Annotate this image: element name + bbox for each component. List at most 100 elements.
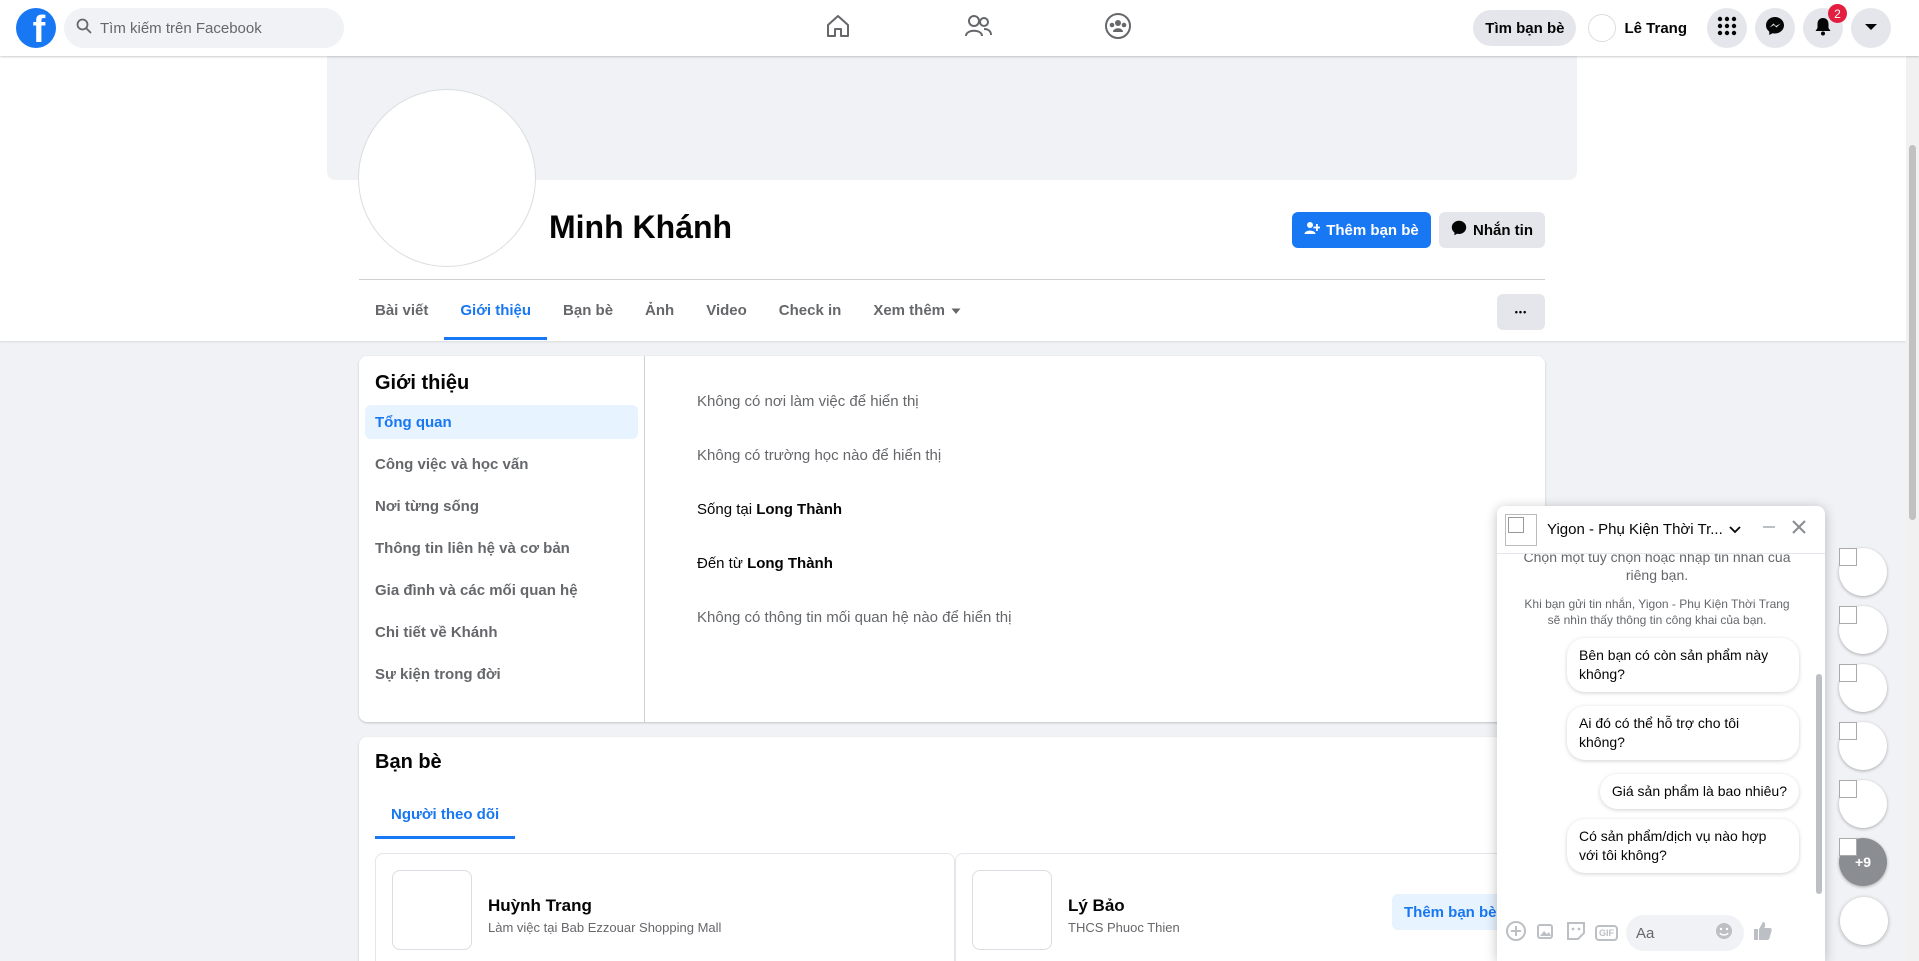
info-relationship: Không có thông tin mối quan hệ nào để hi…: [685, 590, 1011, 644]
nav-home[interactable]: [768, 8, 908, 48]
intro-menu-overview[interactable]: Tổng quan: [365, 405, 638, 439]
lives-in-place[interactable]: Long Thành: [756, 501, 842, 518]
intro-menu-work-education[interactable]: Công việc và học vấn: [365, 447, 638, 481]
lives-in-prefix: Sống tại: [697, 500, 757, 518]
chat-intro-note: Chọn một tùy chọn hoặc nhập tin nhắn của…: [1523, 554, 1791, 583]
chat-scrollbar-thumb[interactable]: [1816, 674, 1822, 894]
info-school: Không có trường học nào để hiển thị: [685, 428, 1011, 482]
chat-privacy-note: Khi bạn gửi tin nhắn, Yigon - Phụ Kiện T…: [1524, 597, 1790, 627]
emoji-icon[interactable]: [1714, 921, 1734, 945]
intro-menu-places-lived[interactable]: Nơi từng sống: [365, 489, 638, 523]
tab-about[interactable]: Giới thiệu: [444, 280, 547, 340]
friends-icon: [964, 13, 992, 44]
minimize-icon[interactable]: [1761, 519, 1777, 540]
messenger-button[interactable]: [1755, 8, 1795, 48]
intro-menu-details[interactable]: Chi tiết về Khánh: [365, 615, 638, 649]
quick-reply[interactable]: Bên bạn có còn sản phẩm này không?: [1567, 638, 1799, 692]
friends-title: Bạn bè: [375, 751, 442, 773]
friend-card[interactable]: Huỳnh Trang Làm việc tại Bab Ezzouar Sho…: [375, 853, 955, 961]
more-options-button[interactable]: •••: [1497, 294, 1545, 330]
top-navigation-bar: f Tìm bạn bè Lê Trang: [0, 0, 1919, 56]
search-input[interactable]: [100, 19, 320, 37]
chat-avatar[interactable]: [1505, 513, 1537, 546]
chat-head[interactable]: [1839, 606, 1887, 654]
message-button[interactable]: Nhắn tin: [1439, 212, 1545, 248]
chat-scrollbar[interactable]: [1815, 554, 1823, 904]
quick-reply[interactable]: Có sản phẩm/dịch vụ nào hợp với tôi khôn…: [1567, 819, 1799, 873]
tab-check-in[interactable]: Check in: [763, 280, 858, 340]
chat-heads-rail: +9: [1839, 548, 1887, 896]
friend-photo[interactable]: [972, 870, 1052, 950]
friend-card[interactable]: Lý Bảo THCS Phuoc Thien Thêm bạn bè: [955, 853, 1535, 961]
tab-more[interactable]: Xem thêm: [857, 280, 977, 340]
profile-chip[interactable]: Lê Trang: [1584, 10, 1699, 46]
info-work: Không có nơi làm việc để hiển thị: [685, 374, 1011, 428]
find-friends-button[interactable]: Tìm bạn bè: [1473, 10, 1577, 46]
intro-overview: Không có nơi làm việc để hiển thị Không …: [685, 374, 1011, 644]
lives-in-text: Sống tại Long Thành: [697, 501, 842, 518]
friend-name[interactable]: Lý Bảo: [1068, 896, 1125, 916]
tab-friends[interactable]: Bạn bè: [547, 280, 629, 340]
from-prefix: Đến từ: [697, 554, 748, 572]
chat-contact-name[interactable]: Yigon - Phụ Kiện Thời Tr...: [1547, 521, 1723, 538]
message-input[interactable]: Aa: [1626, 915, 1744, 951]
friend-name[interactable]: Huỳnh Trang: [488, 896, 592, 916]
new-message-button[interactable]: [1840, 897, 1888, 945]
nav-friends[interactable]: [908, 8, 1048, 48]
like-icon[interactable]: [1752, 920, 1774, 947]
intro-menu-family[interactable]: Gia đình và các mối quan hệ: [365, 573, 638, 607]
quick-reply[interactable]: Giá sản phẩm là bao nhiêu?: [1599, 774, 1799, 809]
relationship-text: Không có thông tin mối quan hệ nào để hi…: [697, 608, 1012, 626]
caret-down-icon: [1864, 19, 1878, 37]
more-chats-button[interactable]: +9: [1839, 838, 1887, 886]
info-from: Đến từ Long Thành: [685, 536, 1011, 590]
chat-header[interactable]: Yigon - Phụ Kiện Thời Tr...: [1497, 506, 1825, 554]
search-icon: [76, 18, 92, 39]
friend-subtitle: THCS Phuoc Thien: [1068, 920, 1180, 935]
tab-posts[interactable]: Bài viết: [359, 280, 444, 340]
add-friend-button[interactable]: Thêm bạn bè: [1292, 212, 1431, 248]
from-text: Đến từ Long Thành: [697, 555, 833, 572]
account-menu-button[interactable]: [1851, 8, 1891, 48]
chat-head[interactable]: [1839, 722, 1887, 770]
close-icon[interactable]: [1791, 519, 1807, 540]
chat-head[interactable]: [1839, 664, 1887, 712]
page-scrollbar[interactable]: [1906, 0, 1919, 961]
intro-menu-life-events[interactable]: Sự kiện trong đời: [365, 657, 638, 691]
add-friend-label: Thêm bạn bè: [1326, 221, 1419, 239]
main-nav: [768, 8, 1188, 48]
intro-menu: Giới thiệu Tổng quan Công việc và học vấ…: [359, 356, 645, 722]
facebook-logo[interactable]: f: [16, 8, 56, 48]
intro-title: Giới thiệu: [375, 372, 470, 394]
chat-head[interactable]: [1839, 548, 1887, 596]
chevron-down-icon[interactable]: [1729, 521, 1741, 539]
message-placeholder: Aa: [1636, 924, 1655, 942]
grid-menu-icon: [1717, 16, 1737, 41]
profile-name: Minh Khánh: [549, 209, 733, 245]
avatar: [1588, 14, 1617, 42]
tab-videos[interactable]: Video: [690, 280, 763, 340]
find-friends-label: Tìm bạn bè: [1485, 19, 1565, 37]
tab-followers[interactable]: Người theo dõi: [375, 789, 516, 839]
chat-messages[interactable]: Chọn một tùy chọn hoặc nhập tin nhắn của…: [1497, 554, 1817, 904]
intro-menu-contact-info[interactable]: Thông tin liên hệ và cơ bản: [365, 531, 638, 565]
profile-picture[interactable]: [359, 90, 535, 266]
friend-photo[interactable]: [392, 870, 472, 950]
gif-icon[interactable]: GIF: [1595, 925, 1618, 941]
notifications-button[interactable]: 2: [1803, 4, 1847, 48]
quick-reply[interactable]: Ai đó có thể hỗ trợ cho tôi không?: [1567, 706, 1799, 760]
friend-add-button[interactable]: Thêm bạn bè: [1392, 894, 1509, 930]
chat-head[interactable]: [1839, 780, 1887, 828]
search-box[interactable]: [64, 8, 344, 48]
photo-icon[interactable]: [1535, 920, 1557, 947]
menu-button[interactable]: [1707, 8, 1747, 48]
page-scrollbar-thumb[interactable]: [1909, 145, 1916, 520]
nav-groups[interactable]: [1048, 8, 1188, 48]
plus-icon[interactable]: [1505, 920, 1527, 947]
add-friend-icon: [1304, 220, 1321, 240]
tab-photos[interactable]: Ảnh: [629, 280, 690, 340]
profile-header: Minh Khánh Thêm bạn bè Nhắn tin Bài viết…: [0, 56, 1906, 341]
from-place[interactable]: Long Thành: [747, 555, 833, 572]
sticker-icon[interactable]: [1565, 920, 1587, 947]
school-text: Không có trường học nào để hiển thị: [697, 446, 942, 464]
